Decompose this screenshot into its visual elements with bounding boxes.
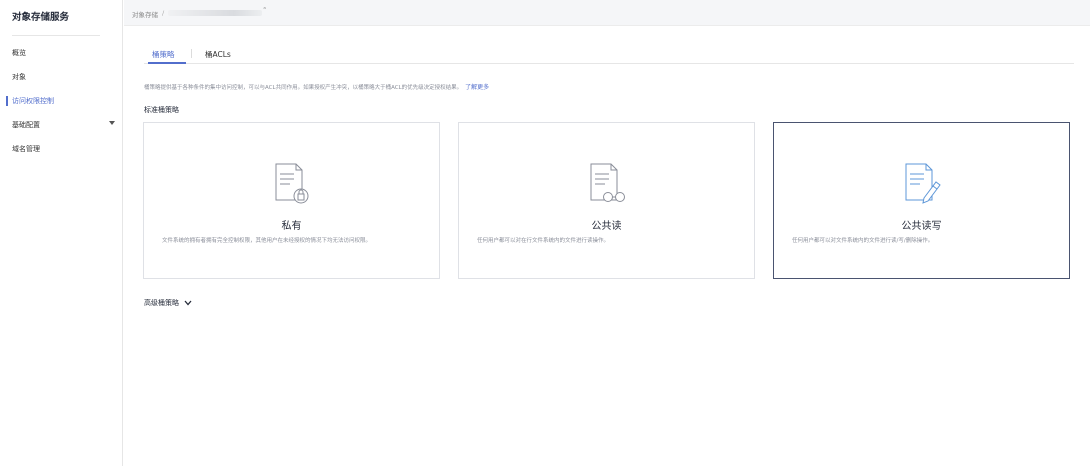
- sidebar-item-overview[interactable]: 概览: [12, 48, 26, 58]
- tab-separator: [191, 49, 192, 58]
- tab-bar-line: [144, 63, 1074, 64]
- breadcrumb-marker: ˜: [263, 7, 267, 15]
- breadcrumb-root[interactable]: 对象存储: [132, 9, 158, 19]
- caret-down-icon[interactable]: [109, 121, 115, 125]
- learn-more-link[interactable]: 了解更多: [465, 84, 489, 91]
- card-title-private: 私有: [281, 221, 302, 232]
- advanced-policy-label: 高级桶策略: [144, 299, 179, 307]
- card-title-public-read: 公共读: [591, 221, 622, 232]
- sidebar: 对象存储服务 概览 对象 访问权限控制 基础配置 域名管理: [0, 0, 123, 466]
- public-read-glasses-icon: [590, 163, 625, 202]
- card-desc-private: 文件系统的拥有者拥有完全控制权限，其他用户在未经授权的情况下均无法访问权限。: [162, 238, 372, 244]
- standard-policy-title: 标准桶策略: [144, 106, 179, 114]
- sidebar-item-domain-management[interactable]: 域名管理: [12, 144, 40, 154]
- card-title-public-read-write: 公共读写: [901, 221, 942, 232]
- sidebar-title: 对象存储服务: [12, 12, 70, 23]
- breadcrumb-bucket-name-redacted: [168, 10, 262, 16]
- main-content: 桶策略 桶ACLs 桶策略提供基于各种条件的集中访问控制，可以与ACL共同作用。…: [124, 26, 1090, 466]
- top-bar: 对象存储 / ˜: [124, 0, 1090, 26]
- breadcrumb-separator: /: [162, 9, 165, 17]
- chevron-down-icon: [184, 300, 192, 306]
- sidebar-active-indicator: [6, 96, 8, 106]
- policy-card-private[interactable]: 私有 文件系统的拥有者拥有完全控制权限，其他用户在未经授权的情况下均无法访问权限…: [143, 122, 440, 279]
- tab-bucket-policy[interactable]: 桶策略: [152, 49, 175, 60]
- sidebar-item-basic-config[interactable]: 基础配置: [12, 120, 40, 130]
- sidebar-item-access-control[interactable]: 访问权限控制: [12, 96, 54, 106]
- tab-active-underline: [148, 62, 186, 64]
- public-read-write-pen-icon: [905, 163, 941, 204]
- policy-description-text: 桶策略提供基于各种条件的集中访问控制，可以与ACL共同作用。如果授权产生冲突，以…: [144, 85, 463, 91]
- tab-bucket-acls[interactable]: 桶ACLs: [205, 49, 231, 60]
- card-desc-public-read: 任何用户都可以对在行文件系统内的文件进行读操作。: [477, 238, 610, 244]
- sidebar-divider: [12, 35, 100, 36]
- policy-card-public-read[interactable]: 公共读 任何用户都可以对在行文件系统内的文件进行读操作。: [458, 122, 755, 279]
- card-desc-public-read-write: 任何用户都可以对文件系统内的文件进行读/写/删除操作。: [792, 238, 934, 244]
- policy-description: 桶策略提供基于各种条件的集中访问控制，可以与ACL共同作用。如果授权产生冲突，以…: [144, 82, 489, 91]
- policy-card-public-read-write[interactable]: 公共读写 任何用户都可以对文件系统内的文件进行读/写/删除操作。: [773, 122, 1070, 279]
- advanced-policy-toggle[interactable]: 高级桶策略: [144, 298, 192, 308]
- sidebar-item-objects[interactable]: 对象: [12, 72, 26, 82]
- private-lock-icon: [275, 163, 308, 204]
